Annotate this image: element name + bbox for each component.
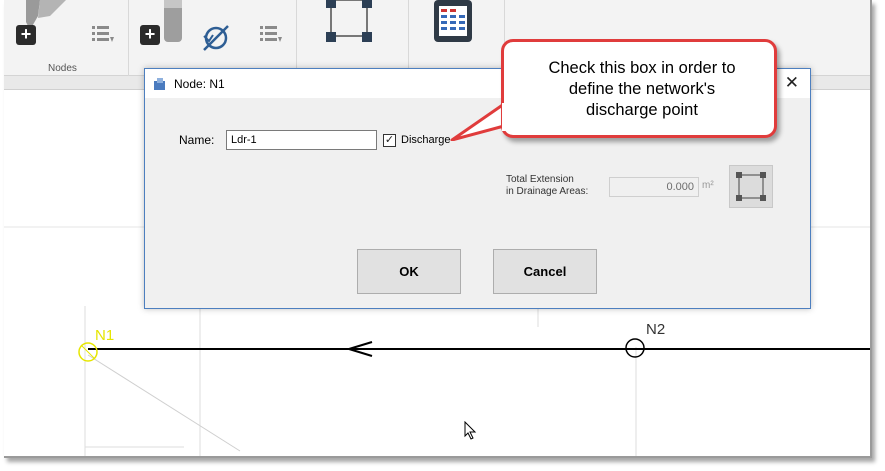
reverse-flow-icon[interactable] xyxy=(200,22,232,59)
ribbon-group-nodes: Nodes xyxy=(48,63,77,74)
ribbon-separator xyxy=(128,0,129,76)
drainage-area-icon xyxy=(736,172,766,201)
name-input[interactable]: Ldr-1 xyxy=(226,130,377,150)
add-node-icon[interactable]: + xyxy=(16,25,36,45)
app-icon xyxy=(154,78,165,90)
close-icon[interactable]: ✕ xyxy=(785,73,799,93)
drainage-area-button[interactable] xyxy=(729,165,773,208)
unit-label: m² xyxy=(702,180,714,191)
tooltip-callout: Check this box in order to define the ne… xyxy=(501,39,777,138)
cancel-button[interactable]: Cancel xyxy=(493,249,597,294)
pipe-icon[interactable] xyxy=(160,0,186,49)
ribbon-separator xyxy=(296,0,297,76)
callout-pointer xyxy=(450,102,505,141)
discharge-label[interactable]: Discharge xyxy=(401,134,451,146)
node-list-icon[interactable] xyxy=(92,24,116,51)
calculator-icon[interactable] xyxy=(432,0,474,49)
name-label: Name: xyxy=(179,133,215,147)
mouse-cursor-icon xyxy=(464,421,477,440)
discharge-checkbox[interactable]: ✓ xyxy=(383,134,396,147)
total-extension-label: Total Extension in Drainage Areas: xyxy=(506,174,589,197)
drainage-area-icon[interactable] xyxy=(324,0,374,49)
node-n1-label[interactable]: N1 xyxy=(95,327,114,344)
ok-button[interactable]: OK xyxy=(357,249,461,294)
node-n2-label[interactable]: N2 xyxy=(646,321,665,338)
screenshot-frame: + Nodes + N1 N2 Node: N1 ✕ Name: Ldr-1 ✓… xyxy=(4,0,872,458)
add-pipe-icon[interactable]: + xyxy=(140,25,160,45)
dialog-title: Node: N1 xyxy=(174,77,225,91)
callout-text: Check this box in order to define the ne… xyxy=(548,59,736,119)
total-extension-field: 0.000 xyxy=(609,177,699,197)
branch-list-icon[interactable] xyxy=(260,24,284,51)
ribbon-separator xyxy=(408,0,409,76)
callout-tail-cover xyxy=(502,103,512,131)
